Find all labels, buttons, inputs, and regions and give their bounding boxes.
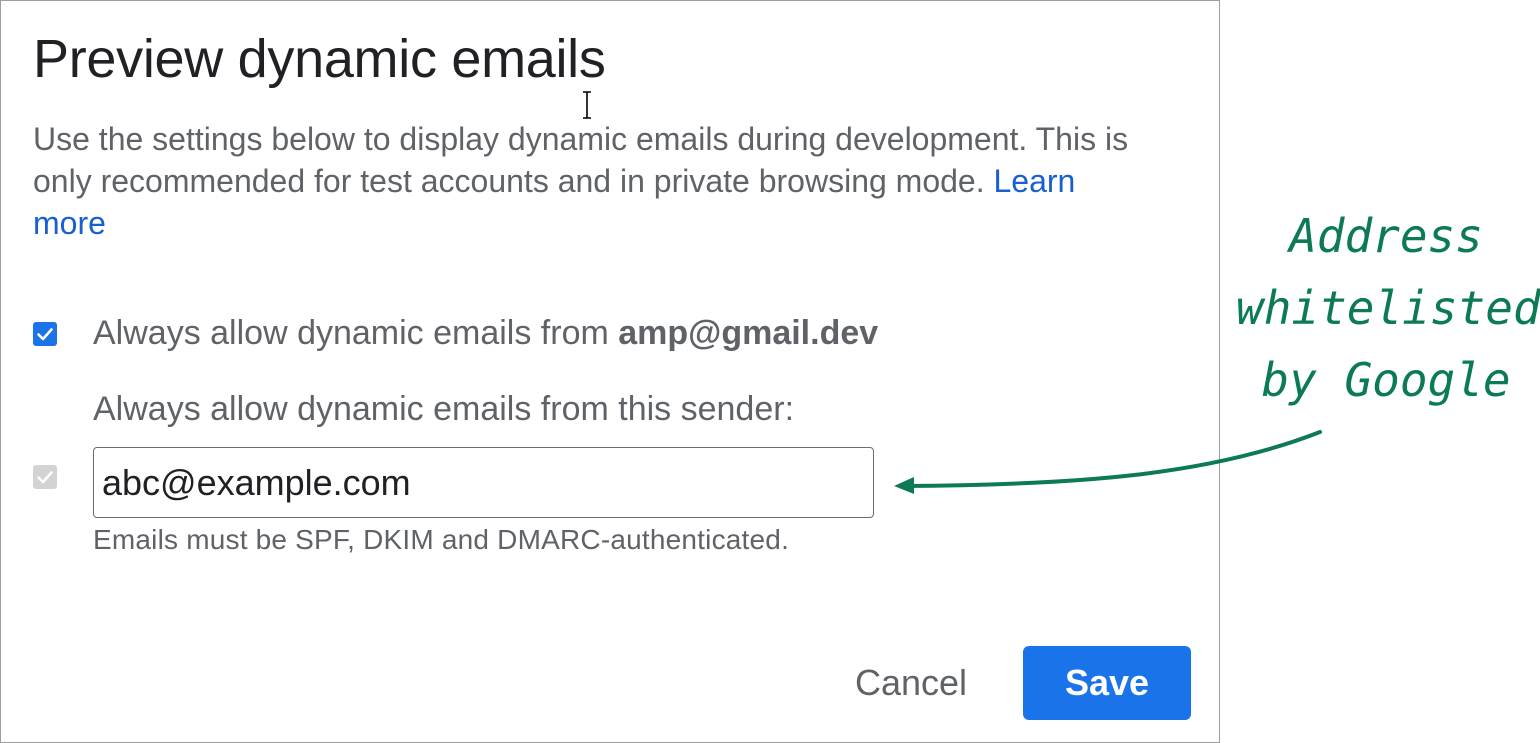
- dialog-title: Preview dynamic emails: [33, 29, 606, 89]
- checkmark-icon: [37, 328, 53, 341]
- page: Preview dynamic emails Use the settings …: [0, 0, 1540, 743]
- gmail-dev-address: amp@gmail.dev: [618, 314, 879, 352]
- preview-dynamic-emails-dialog: Preview dynamic emails Use the settings …: [0, 0, 1220, 743]
- save-button[interactable]: Save: [1023, 646, 1191, 720]
- annotation-line-1: Address: [1289, 209, 1483, 263]
- annotation-arrow-icon: [894, 430, 1322, 494]
- allow-gmail-dev-checkbox[interactable]: [33, 322, 57, 346]
- annotation-note: Address whitelisted by Google: [1236, 200, 1540, 416]
- cancel-button[interactable]: Cancel: [831, 646, 991, 720]
- allow-gmail-dev-label-prefix: Always allow dynamic emails from: [93, 314, 609, 352]
- description-text: Use the settings below to display dynami…: [33, 121, 1129, 199]
- sender-email-input[interactable]: [93, 447, 874, 518]
- allow-gmail-dev-label: Always allow dynamic emails from amp@gma…: [93, 313, 878, 353]
- annotation-line-3: by Google: [1261, 353, 1511, 407]
- checkmark-icon: [37, 471, 53, 484]
- dialog-description: Use the settings below to display dynami…: [33, 118, 1153, 244]
- allow-sender-label: Always allow dynamic emails from this se…: [93, 390, 795, 428]
- allow-sender-checkbox: [33, 465, 57, 489]
- text-cursor-icon: [583, 91, 591, 119]
- annotation-line-2: whitelisted: [1236, 281, 1540, 335]
- authentication-hint: Emails must be SPF, DKIM and DMARC-authe…: [93, 524, 790, 555]
